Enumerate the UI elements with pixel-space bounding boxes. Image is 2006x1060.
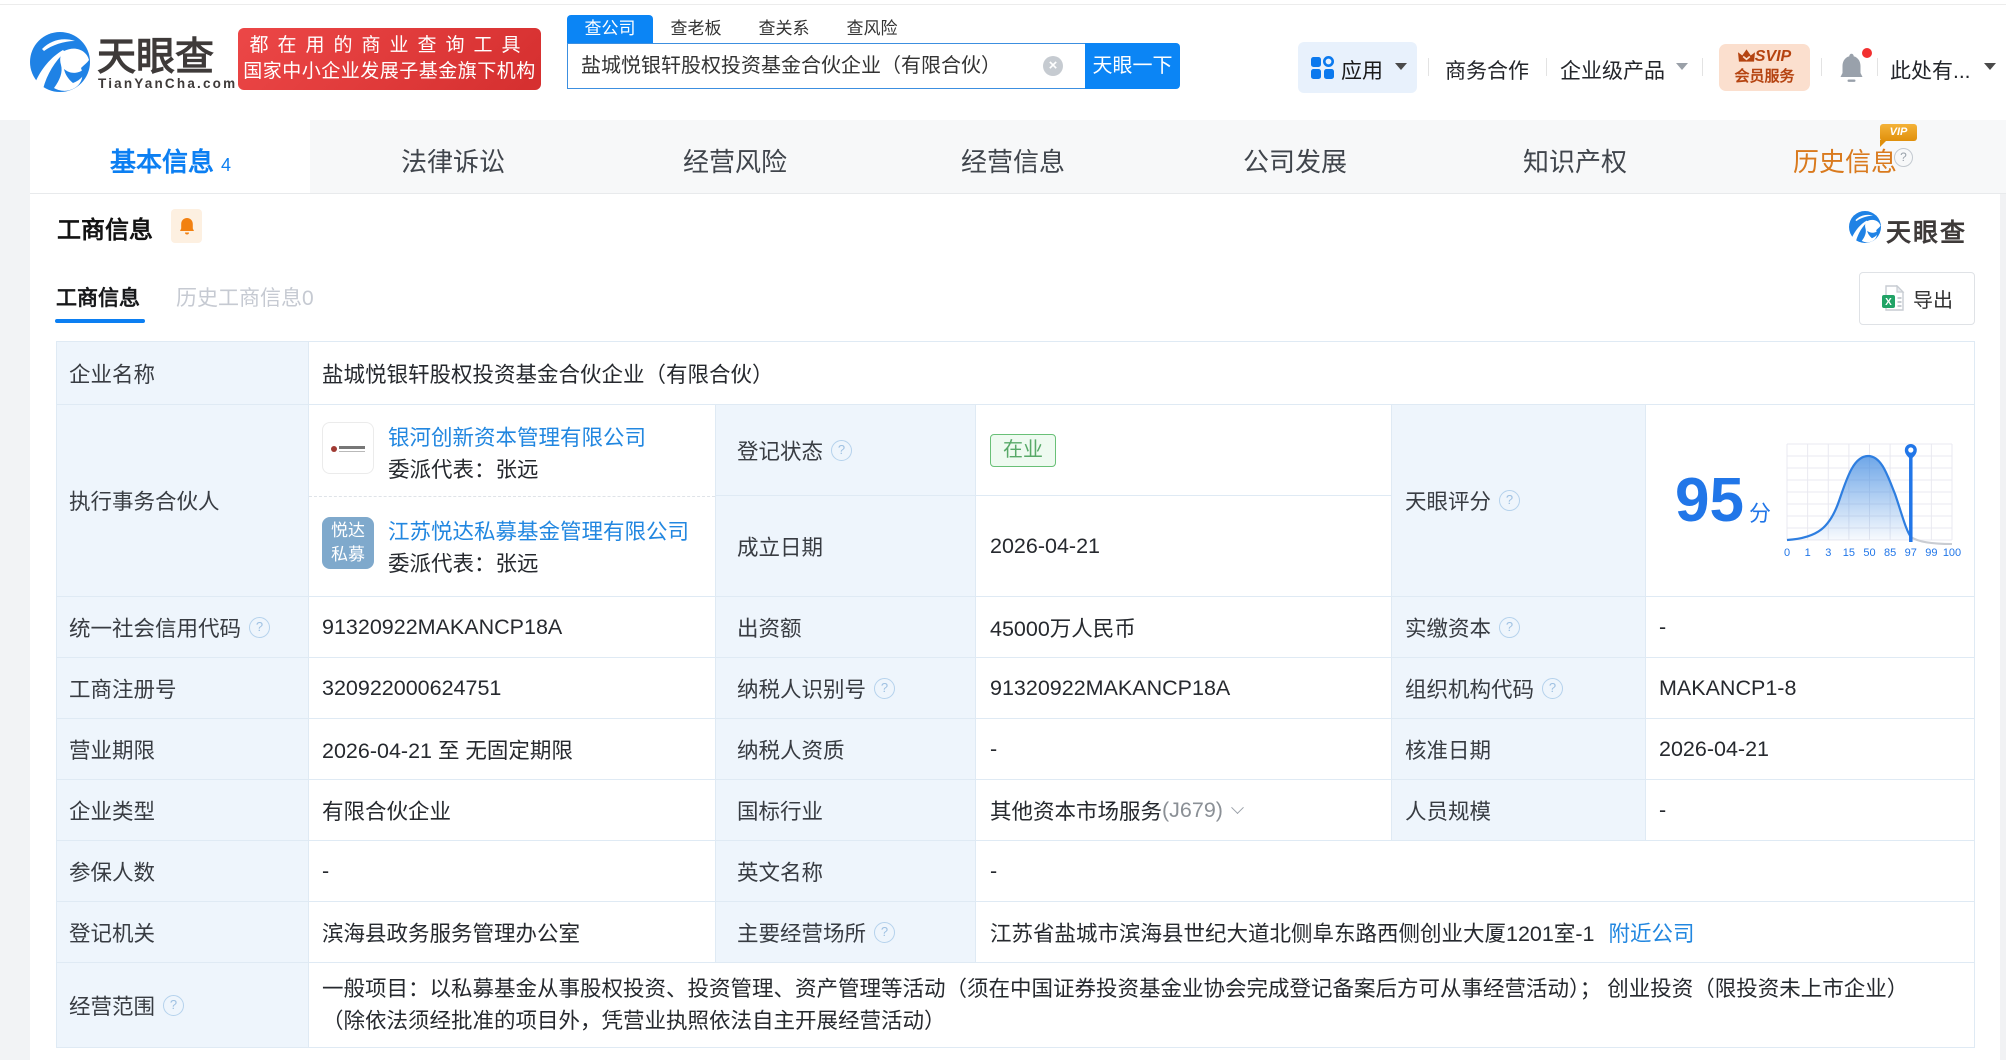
svg-text:15: 15 [1843, 547, 1855, 559]
svg-text:50: 50 [1863, 547, 1875, 559]
svg-text:3: 3 [1825, 547, 1831, 559]
svg-text:85: 85 [1884, 547, 1896, 559]
svg-text:1: 1 [1805, 547, 1811, 559]
svg-text:X: X [1885, 297, 1892, 308]
svg-text:100: 100 [1943, 547, 1961, 559]
svg-text:99: 99 [1925, 547, 1937, 559]
svg-text:0: 0 [1784, 547, 1790, 559]
svg-text:97: 97 [1905, 547, 1917, 559]
